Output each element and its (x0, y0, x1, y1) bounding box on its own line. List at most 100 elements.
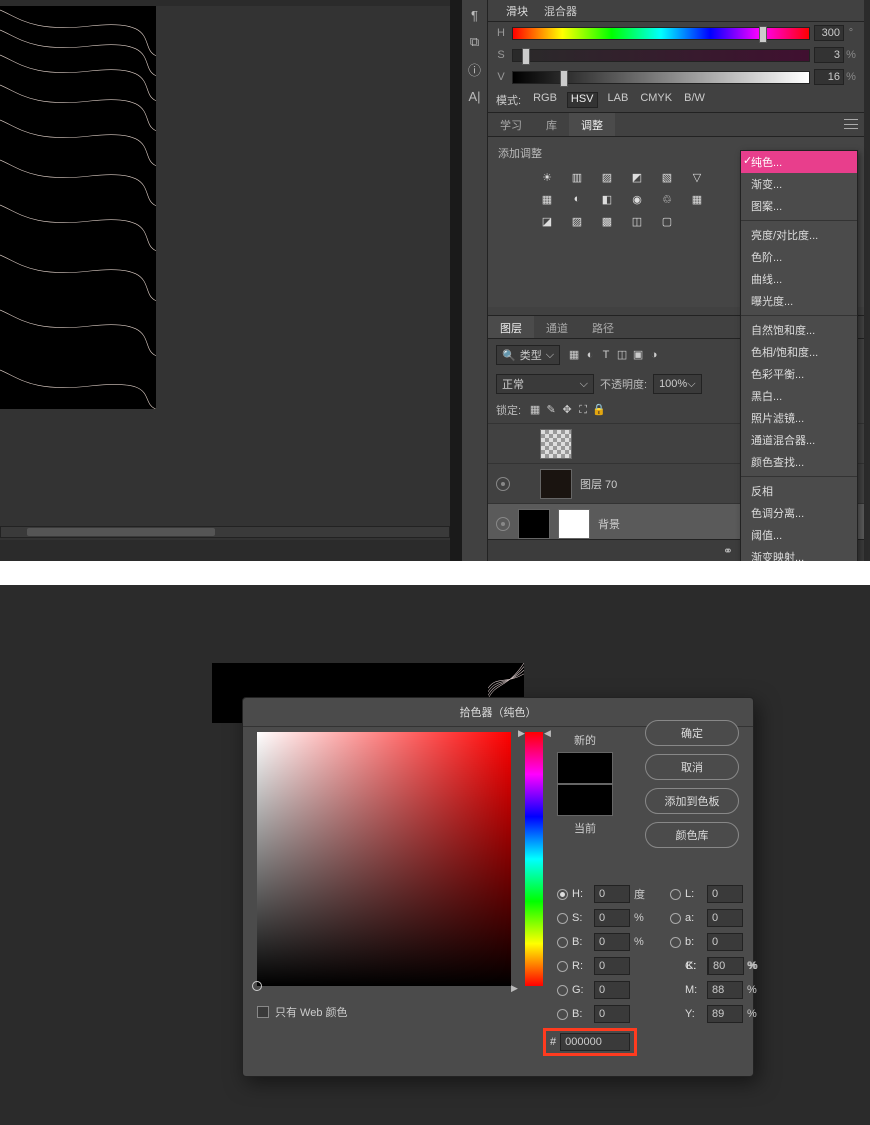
panel-menu-icon[interactable] (844, 119, 858, 129)
hue-strip[interactable] (525, 732, 543, 986)
filter-icon[interactable]: ◫ (614, 347, 630, 363)
lock-icon[interactable]: ⛶ (575, 403, 591, 419)
input-m[interactable]: 88 (707, 981, 743, 999)
mode-rgb[interactable]: RGB (531, 92, 559, 108)
mode-hsv[interactable]: HSV (567, 92, 598, 108)
filter-icon[interactable]: ▣ (630, 347, 646, 363)
menu-item[interactable]: 自然饱和度... (741, 319, 857, 341)
val-slider[interactable] (512, 71, 810, 84)
radio-b2[interactable] (670, 937, 681, 948)
info-icon[interactable]: ⓘ (463, 57, 487, 81)
layer-name[interactable]: 图层 70 (580, 476, 617, 492)
mode-cmyk[interactable]: CMYK (638, 92, 674, 108)
lock-icon[interactable]: ▦ (527, 402, 543, 418)
input-k[interactable]: 80 (708, 957, 744, 975)
adjust-icon[interactable]: ▨ (568, 213, 586, 229)
tab-paths[interactable]: 路径 (580, 316, 626, 338)
radio-bb[interactable] (557, 1009, 568, 1020)
tab-learn[interactable]: 学习 (488, 113, 534, 136)
adjust-icon[interactable]: ◩ (628, 169, 646, 185)
adjust-icon[interactable]: ◪ (538, 213, 556, 229)
menu-item[interactable]: 黑白... (741, 385, 857, 407)
sat-knob[interactable] (522, 48, 530, 65)
tab-channels[interactable]: 通道 (534, 316, 580, 338)
tab-sliders[interactable]: 滑块 (506, 3, 528, 19)
radio-a[interactable] (670, 913, 681, 924)
menu-item[interactable]: 反相 (741, 480, 857, 502)
scroll-thumb[interactable] (27, 528, 215, 536)
tab-mixer[interactable]: 混合器 (544, 3, 577, 19)
adjust-icon[interactable]: ▽ (688, 169, 706, 185)
tab-adjust[interactable]: 调整 (569, 113, 615, 136)
menu-item[interactable]: 色彩平衡... (741, 363, 857, 385)
menu-item[interactable]: 图案... (741, 195, 857, 217)
canvas-area[interactable] (0, 6, 450, 540)
add-swatch-button[interactable]: 添加到色板 (645, 788, 739, 814)
canvas-h-scroll[interactable] (0, 526, 450, 538)
tab-layers[interactable]: 图层 (488, 316, 534, 338)
input-r[interactable]: 0 (594, 957, 630, 975)
sat-slider[interactable] (512, 49, 810, 62)
visibility-toggle[interactable] (496, 517, 510, 531)
hex-input[interactable]: 000000 (560, 1033, 630, 1051)
menu-item[interactable]: 渐变... (741, 173, 857, 195)
sv-field[interactable] (257, 732, 511, 986)
adjust-icon[interactable]: ▦ (688, 191, 706, 207)
menu-item[interactable]: 通道混合器... (741, 429, 857, 451)
ok-button[interactable]: 确定 (645, 720, 739, 746)
adjust-icon[interactable]: ▩ (598, 213, 616, 229)
adjust-icon[interactable]: ♲ (658, 191, 676, 207)
menu-item[interactable]: 色阶... (741, 246, 857, 268)
input-l[interactable]: 0 (707, 885, 743, 903)
lock-icon[interactable]: 🔒 (591, 402, 607, 418)
menu-item[interactable]: 亮度/对比度... (741, 224, 857, 246)
adjust-icon[interactable]: ◧ (598, 191, 616, 207)
radio-g[interactable] (557, 985, 568, 996)
swatches-icon[interactable]: ⧉ (463, 30, 487, 54)
input-s[interactable]: 0 (594, 909, 630, 927)
mode-bw[interactable]: B/W (682, 92, 707, 108)
web-only-checkbox[interactable] (257, 1006, 269, 1018)
filter-icon[interactable]: ▦ (566, 347, 582, 363)
val-knob[interactable] (560, 70, 568, 87)
radio-h[interactable] (557, 889, 568, 900)
input-b[interactable]: 0 (594, 933, 630, 951)
adjust-icon[interactable]: ▥ (568, 169, 586, 185)
adjust-icon[interactable]: ◫ (628, 213, 646, 229)
lock-icon[interactable]: ✥ (559, 402, 575, 418)
hue-value[interactable]: 300 (814, 25, 844, 41)
blend-mode-dropdown[interactable]: 正常⌵ (496, 374, 594, 394)
adjust-icon[interactable]: ▧ (658, 169, 676, 185)
sat-value[interactable]: 3 (814, 47, 844, 63)
character-icon[interactable]: A| (463, 84, 487, 108)
menu-item[interactable]: 阈值... (741, 524, 857, 546)
cancel-button[interactable]: 取消 (645, 754, 739, 780)
sv-cursor[interactable] (252, 981, 262, 991)
filter-kind-dropdown[interactable]: 🔍 类型 ⌵ (496, 345, 560, 365)
adjust-icon[interactable]: ▨ (598, 169, 616, 185)
menu-item[interactable]: 纯色... (741, 151, 857, 173)
input-bb[interactable]: 0 (594, 1005, 630, 1023)
layer-name[interactable]: 背景 (598, 516, 620, 532)
menu-item[interactable]: 照片滤镜... (741, 407, 857, 429)
adjust-icon[interactable]: ☀ (538, 169, 556, 185)
input-y[interactable]: 89 (707, 1005, 743, 1023)
radio-b[interactable] (557, 937, 568, 948)
menu-item[interactable]: 渐变映射... (741, 546, 857, 561)
menu-item[interactable]: 曝光度... (741, 290, 857, 312)
menu-item[interactable]: 曲线... (741, 268, 857, 290)
layer-bar-icon[interactable]: ⚭ (723, 544, 733, 558)
lock-icon[interactable]: ✎ (543, 402, 559, 418)
color-library-button[interactable]: 颜色库 (645, 822, 739, 848)
input-g[interactable]: 0 (594, 981, 630, 999)
tab-library[interactable]: 库 (534, 113, 569, 136)
adjust-icon[interactable]: ◉ (628, 191, 646, 207)
visibility-toggle[interactable] (496, 477, 510, 491)
filter-icon[interactable]: ◐ (582, 347, 598, 363)
hue-slider[interactable] (512, 27, 810, 40)
menu-item[interactable]: 颜色查找... (741, 451, 857, 473)
radio-l[interactable] (670, 889, 681, 900)
opacity-value[interactable]: 100% ⌵ (653, 374, 701, 394)
radio-s[interactable] (557, 913, 568, 924)
radio-r[interactable] (557, 961, 568, 972)
